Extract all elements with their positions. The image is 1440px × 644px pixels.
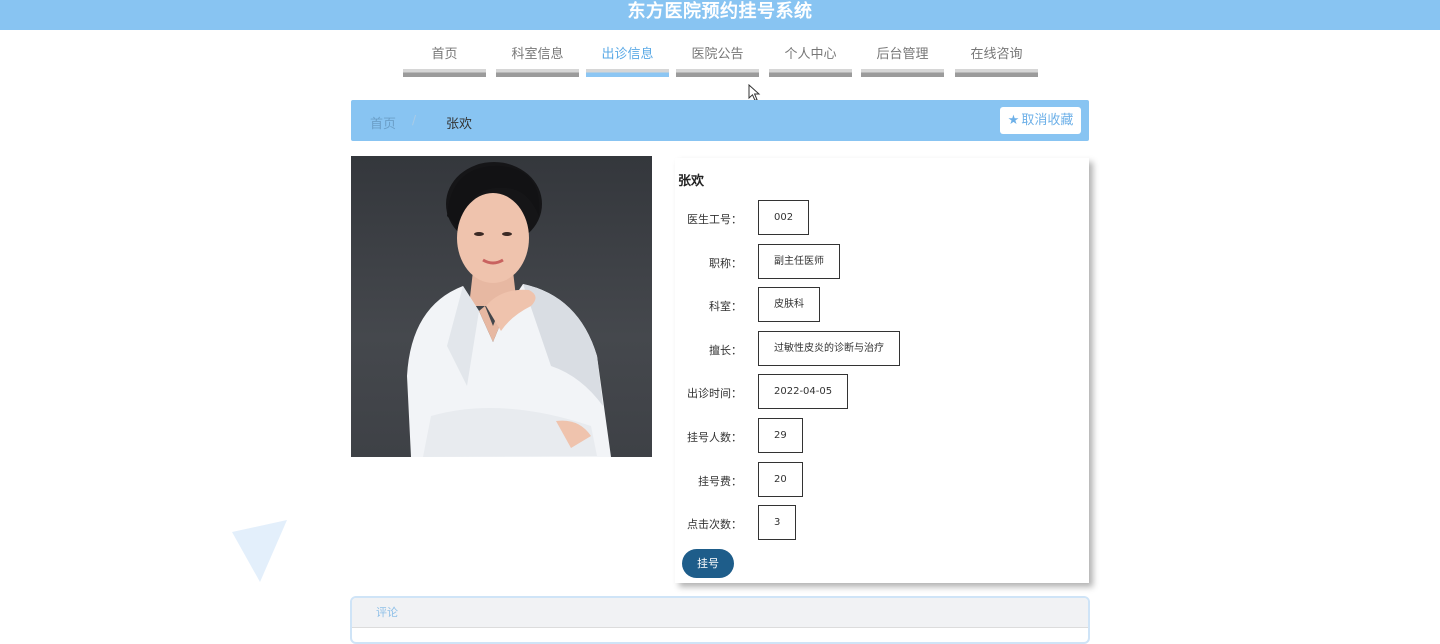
field-value-visit-date: 2022-04-05 xyxy=(758,374,849,409)
breadcrumb-home-link[interactable]: 首页 xyxy=(370,113,396,132)
nav-item-underline xyxy=(403,69,486,77)
nav-item-label: 个人中心 xyxy=(784,47,837,62)
field-label-title: 职称： xyxy=(709,257,742,270)
nav-item-label: 后台管理 xyxy=(876,47,929,62)
field-value-registration-fee: 20 xyxy=(758,462,803,497)
doctor-photo xyxy=(351,156,652,457)
nav-item-announcements[interactable]: 医院公告 xyxy=(676,44,759,77)
nav-item-label: 科室信息 xyxy=(511,47,564,62)
nav-item-label: 出诊信息 xyxy=(601,47,654,62)
field-value-specialty: 过敏性皮炎的诊断与治疗 xyxy=(758,331,900,366)
star-icon: ★ xyxy=(1007,113,1020,128)
nav-item-admin[interactable]: 后台管理 xyxy=(861,44,944,77)
field-label-click-count: 点击次数： xyxy=(687,518,742,531)
register-button[interactable]: 挂号 xyxy=(682,549,734,578)
nav-item-home[interactable]: 首页 xyxy=(403,44,486,77)
comment-section: 评论 xyxy=(350,596,1090,644)
nav-item-underline xyxy=(769,69,852,77)
nav-item-underline xyxy=(676,69,759,77)
breadcrumb-current: 张欢 xyxy=(446,117,473,132)
nav-item-label: 首页 xyxy=(431,47,458,62)
nav-item-label: 在线咨询 xyxy=(970,47,1023,62)
comment-title: 评论 xyxy=(352,598,1088,628)
nav-item-underline xyxy=(955,69,1038,77)
doctor-info-card: 张欢 医生工号： 002 职称： 副主任医师 科室： 皮肤科 擅长： 过敏性皮炎… xyxy=(675,158,1089,583)
breadcrumb: 首页 / 张欢 ★ 取消收藏 xyxy=(351,100,1089,141)
nav-item-schedules[interactable]: 出诊信息 xyxy=(586,44,669,77)
nav-item-departments[interactable]: 科室信息 xyxy=(496,44,579,77)
nav-item-underline xyxy=(496,69,579,77)
field-value-department: 皮肤科 xyxy=(758,287,820,322)
field-label-registration-count: 挂号人数： xyxy=(687,431,742,444)
field-value-doctor-id: 002 xyxy=(758,200,810,235)
nav-item-underline xyxy=(861,69,944,77)
field-value-registration-count: 29 xyxy=(758,418,803,453)
nav-item-profile[interactable]: 个人中心 xyxy=(769,44,852,77)
main-nav: 首页 科室信息 出诊信息 医院公告 个人中心 后台管理 在线咨询 xyxy=(0,44,1440,78)
nav-item-consult[interactable]: 在线咨询 xyxy=(955,44,1038,77)
nav-item-underline xyxy=(586,69,669,77)
unfavorite-button[interactable]: ★ 取消收藏 xyxy=(1000,107,1081,134)
breadcrumb-separator: / xyxy=(412,113,417,127)
app-header: 东方医院预约挂号系统 xyxy=(0,0,1440,30)
field-label-department: 科室： xyxy=(709,300,742,313)
field-label-registration-fee: 挂号费： xyxy=(698,475,742,488)
decorative-triangle xyxy=(232,520,287,582)
field-label-doctor-id: 医生工号： xyxy=(687,213,742,226)
doctor-name: 张欢 xyxy=(678,174,705,189)
nav-item-label: 医院公告 xyxy=(691,47,744,62)
field-value-title: 副主任医师 xyxy=(758,244,840,279)
field-label-visit-date: 出诊时间： xyxy=(687,387,742,400)
unfavorite-label: 取消收藏 xyxy=(1021,113,1074,128)
field-label-specialty: 擅长： xyxy=(709,344,742,357)
field-value-click-count: 3 xyxy=(758,505,797,540)
app-title: 东方医院预约挂号系统 xyxy=(627,1,813,22)
